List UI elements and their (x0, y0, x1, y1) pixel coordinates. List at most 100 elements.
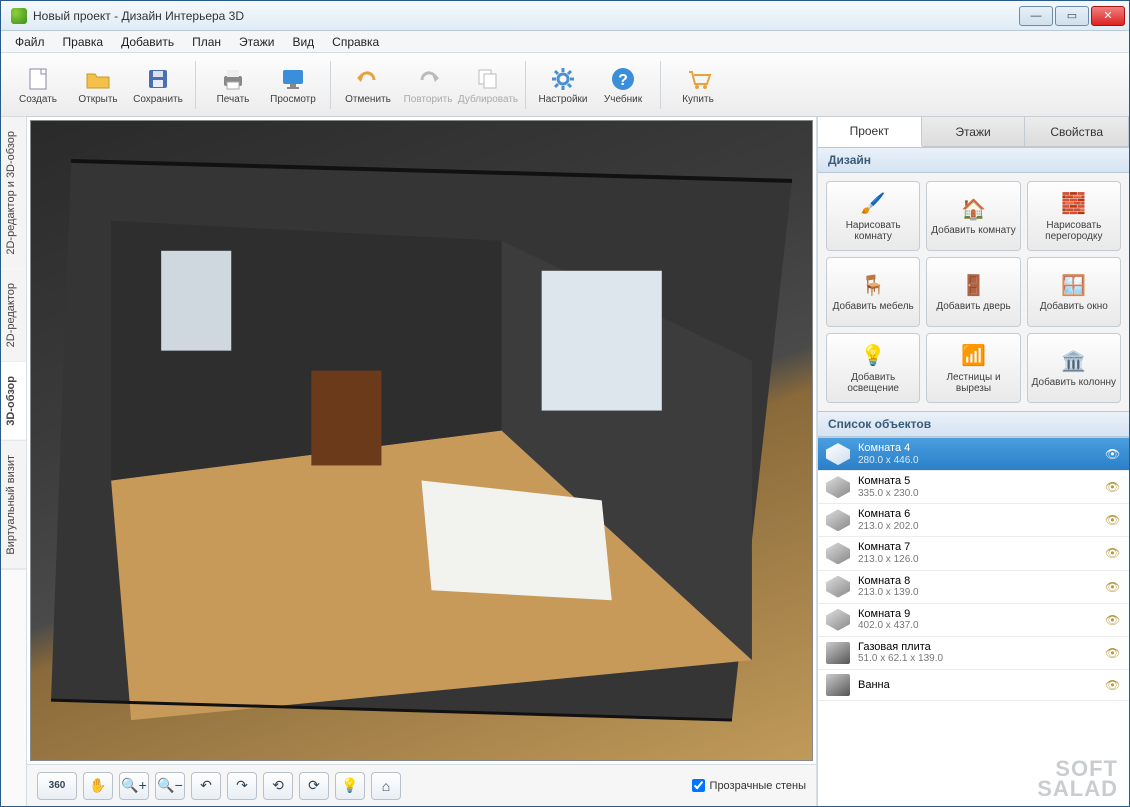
visibility-icon[interactable]: 👁 (1105, 447, 1121, 461)
hand-icon: ✋ (89, 777, 106, 794)
monitor-icon (279, 65, 307, 93)
view-rot-ccw-button[interactable]: ⟳ (299, 772, 329, 800)
right-tab-Свойства[interactable]: Свойства (1025, 117, 1129, 146)
add-door-button[interactable]: 🚪Добавить дверь (926, 257, 1020, 327)
view-rot-r-button[interactable]: ↷ (227, 772, 257, 800)
add-light-button[interactable]: 💡Добавить освещение (826, 333, 920, 403)
add-furn-icon: 🪑 (859, 272, 887, 298)
print-button[interactable]: Печать (204, 57, 262, 113)
object-name: Комната 6 (858, 508, 1097, 521)
create-button[interactable]: Создать (9, 57, 67, 113)
view-hand-button[interactable]: ✋ (83, 772, 113, 800)
add-window-icon: 🪟 (1060, 272, 1088, 298)
maximize-button[interactable]: ▭ (1055, 6, 1089, 26)
bulb-icon: 💡 (341, 777, 358, 794)
minimize-button[interactable]: — (1019, 6, 1053, 26)
close-button[interactable]: ✕ (1091, 6, 1125, 26)
save-button[interactable]: Сохранить (129, 57, 187, 113)
left-tab-2d3d[interactable]: 2D-редактор и 3D-обзор (1, 117, 26, 269)
rot-r-icon: ↷ (236, 777, 248, 794)
preview-button[interactable]: Просмотр (264, 57, 322, 113)
visibility-icon[interactable]: 👁 (1105, 513, 1121, 527)
view-home-button[interactable]: ⌂ (371, 772, 401, 800)
right-panel: ПроектЭтажиСвойства Дизайн 🖌️Нарисовать … (817, 117, 1129, 806)
object-icon (826, 476, 850, 498)
left-tab-virt[interactable]: Виртуальный визит (1, 441, 26, 570)
360-icon: 360 (49, 780, 66, 791)
cart-icon (684, 65, 712, 93)
folder-icon (84, 65, 112, 93)
right-tab-Этажи[interactable]: Этажи (922, 117, 1026, 146)
add-furn-button[interactable]: 🪑Добавить мебель (826, 257, 920, 327)
object-icon (826, 443, 850, 465)
redo-button[interactable]: Повторить (399, 57, 457, 113)
visibility-icon[interactable]: 👁 (1105, 580, 1121, 594)
left-tab-2d[interactable]: 2D-редактор (1, 269, 26, 362)
visibility-icon[interactable]: 👁 (1105, 678, 1121, 692)
menu-файл[interactable]: Файл (7, 33, 53, 51)
object-item[interactable]: Комната 7213.0 x 126.0👁 (818, 537, 1129, 570)
toolbar-separator (660, 61, 661, 109)
stairs-button[interactable]: 📶Лестницы и вырезы (926, 333, 1020, 403)
objects-list[interactable]: Комната 4280.0 x 446.0👁Комната 5335.0 x … (818, 437, 1129, 806)
tutorial-button[interactable]: ?Учебник (594, 57, 652, 113)
transparent-walls-checkbox[interactable]: Прозрачные стены (692, 779, 806, 792)
viewport-column: 360 ✋ 🔍+🔍−↶ ↷ ⟲ ⟳ 💡 ⌂ Прозрачные стены (27, 117, 817, 806)
object-icon (826, 642, 850, 664)
view-rot-l-button[interactable]: ↶ (191, 772, 221, 800)
add-window-button[interactable]: 🪟Добавить окно (1027, 257, 1121, 327)
add-column-button[interactable]: 🏛️Добавить колонну (1027, 333, 1121, 403)
menu-этажи[interactable]: Этажи (231, 33, 282, 51)
object-item[interactable]: Комната 9402.0 x 437.0👁 (818, 604, 1129, 637)
object-name: Комната 5 (858, 475, 1097, 488)
app-icon (11, 8, 27, 24)
view-zoom-in-button[interactable]: 🔍+ (119, 772, 149, 800)
draw-wall-button[interactable]: 🧱Нарисовать перегородку (1027, 181, 1121, 251)
menu-bar: ФайлПравкаДобавитьПланЭтажиВидСправка (1, 31, 1129, 53)
open-button[interactable]: Открыть (69, 57, 127, 113)
visibility-icon[interactable]: 👁 (1105, 646, 1121, 660)
menu-вид[interactable]: Вид (284, 33, 322, 51)
object-item[interactable]: Комната 4280.0 x 446.0👁 (818, 438, 1129, 471)
settings-button[interactable]: Настройки (534, 57, 592, 113)
visibility-icon[interactable]: 👁 (1105, 480, 1121, 494)
dup-button[interactable]: Дублировать (459, 57, 517, 113)
object-icon (826, 609, 850, 631)
draw-room-button[interactable]: 🖌️Нарисовать комнату (826, 181, 920, 251)
rot-ccw-icon: ⟳ (308, 777, 320, 794)
object-dimensions: 51.0 x 62.1 x 139.0 (858, 653, 1097, 665)
view-bulb-button[interactable]: 💡 (335, 772, 365, 800)
object-item[interactable]: Комната 5335.0 x 230.0👁 (818, 471, 1129, 504)
3d-viewport[interactable] (30, 120, 813, 761)
menu-добавить[interactable]: Добавить (113, 33, 182, 51)
object-item[interactable]: Комната 8213.0 x 139.0👁 (818, 571, 1129, 604)
view-zoom-out-button[interactable]: 🔍− (155, 772, 185, 800)
visibility-icon[interactable]: 👁 (1105, 546, 1121, 560)
view-360-button[interactable]: 360 (37, 772, 77, 800)
copy-icon (474, 65, 502, 93)
undo-icon (354, 65, 382, 93)
transparent-walls-input[interactable] (692, 779, 705, 792)
object-item[interactable]: Ванна👁 (818, 670, 1129, 701)
svg-text:?: ? (618, 72, 628, 89)
buy-button[interactable]: Купить (669, 57, 727, 113)
help-icon: ? (609, 65, 637, 93)
visibility-icon[interactable]: 👁 (1105, 613, 1121, 627)
menu-план[interactable]: План (184, 33, 229, 51)
viewport-toolbar: 360 ✋ 🔍+🔍−↶ ↷ ⟲ ⟳ 💡 ⌂ Прозрачные стены (27, 764, 816, 806)
undo-button[interactable]: Отменить (339, 57, 397, 113)
design-tools-grid: 🖌️Нарисовать комнату🏠Добавить комнату🧱На… (818, 173, 1129, 411)
object-item[interactable]: Комната 6213.0 x 202.0👁 (818, 504, 1129, 537)
object-name: Газовая плита (858, 641, 1097, 654)
object-name: Комната 9 (858, 608, 1097, 621)
add-room-button[interactable]: 🏠Добавить комнату (926, 181, 1020, 251)
view-rot-cw-button[interactable]: ⟲ (263, 772, 293, 800)
object-item[interactable]: Газовая плита51.0 x 62.1 x 139.0 👁 (818, 637, 1129, 670)
left-view-tabs: 2D-редактор и 3D-обзор2D-редактор3D-обзо… (1, 117, 27, 806)
right-tab-Проект[interactable]: Проект (818, 117, 922, 147)
menu-правка[interactable]: Правка (55, 33, 112, 51)
menu-справка[interactable]: Справка (324, 33, 387, 51)
window-controls: — ▭ ✕ (1017, 6, 1125, 26)
object-icon (826, 542, 850, 564)
left-tab-3d[interactable]: 3D-обзор (1, 362, 26, 441)
